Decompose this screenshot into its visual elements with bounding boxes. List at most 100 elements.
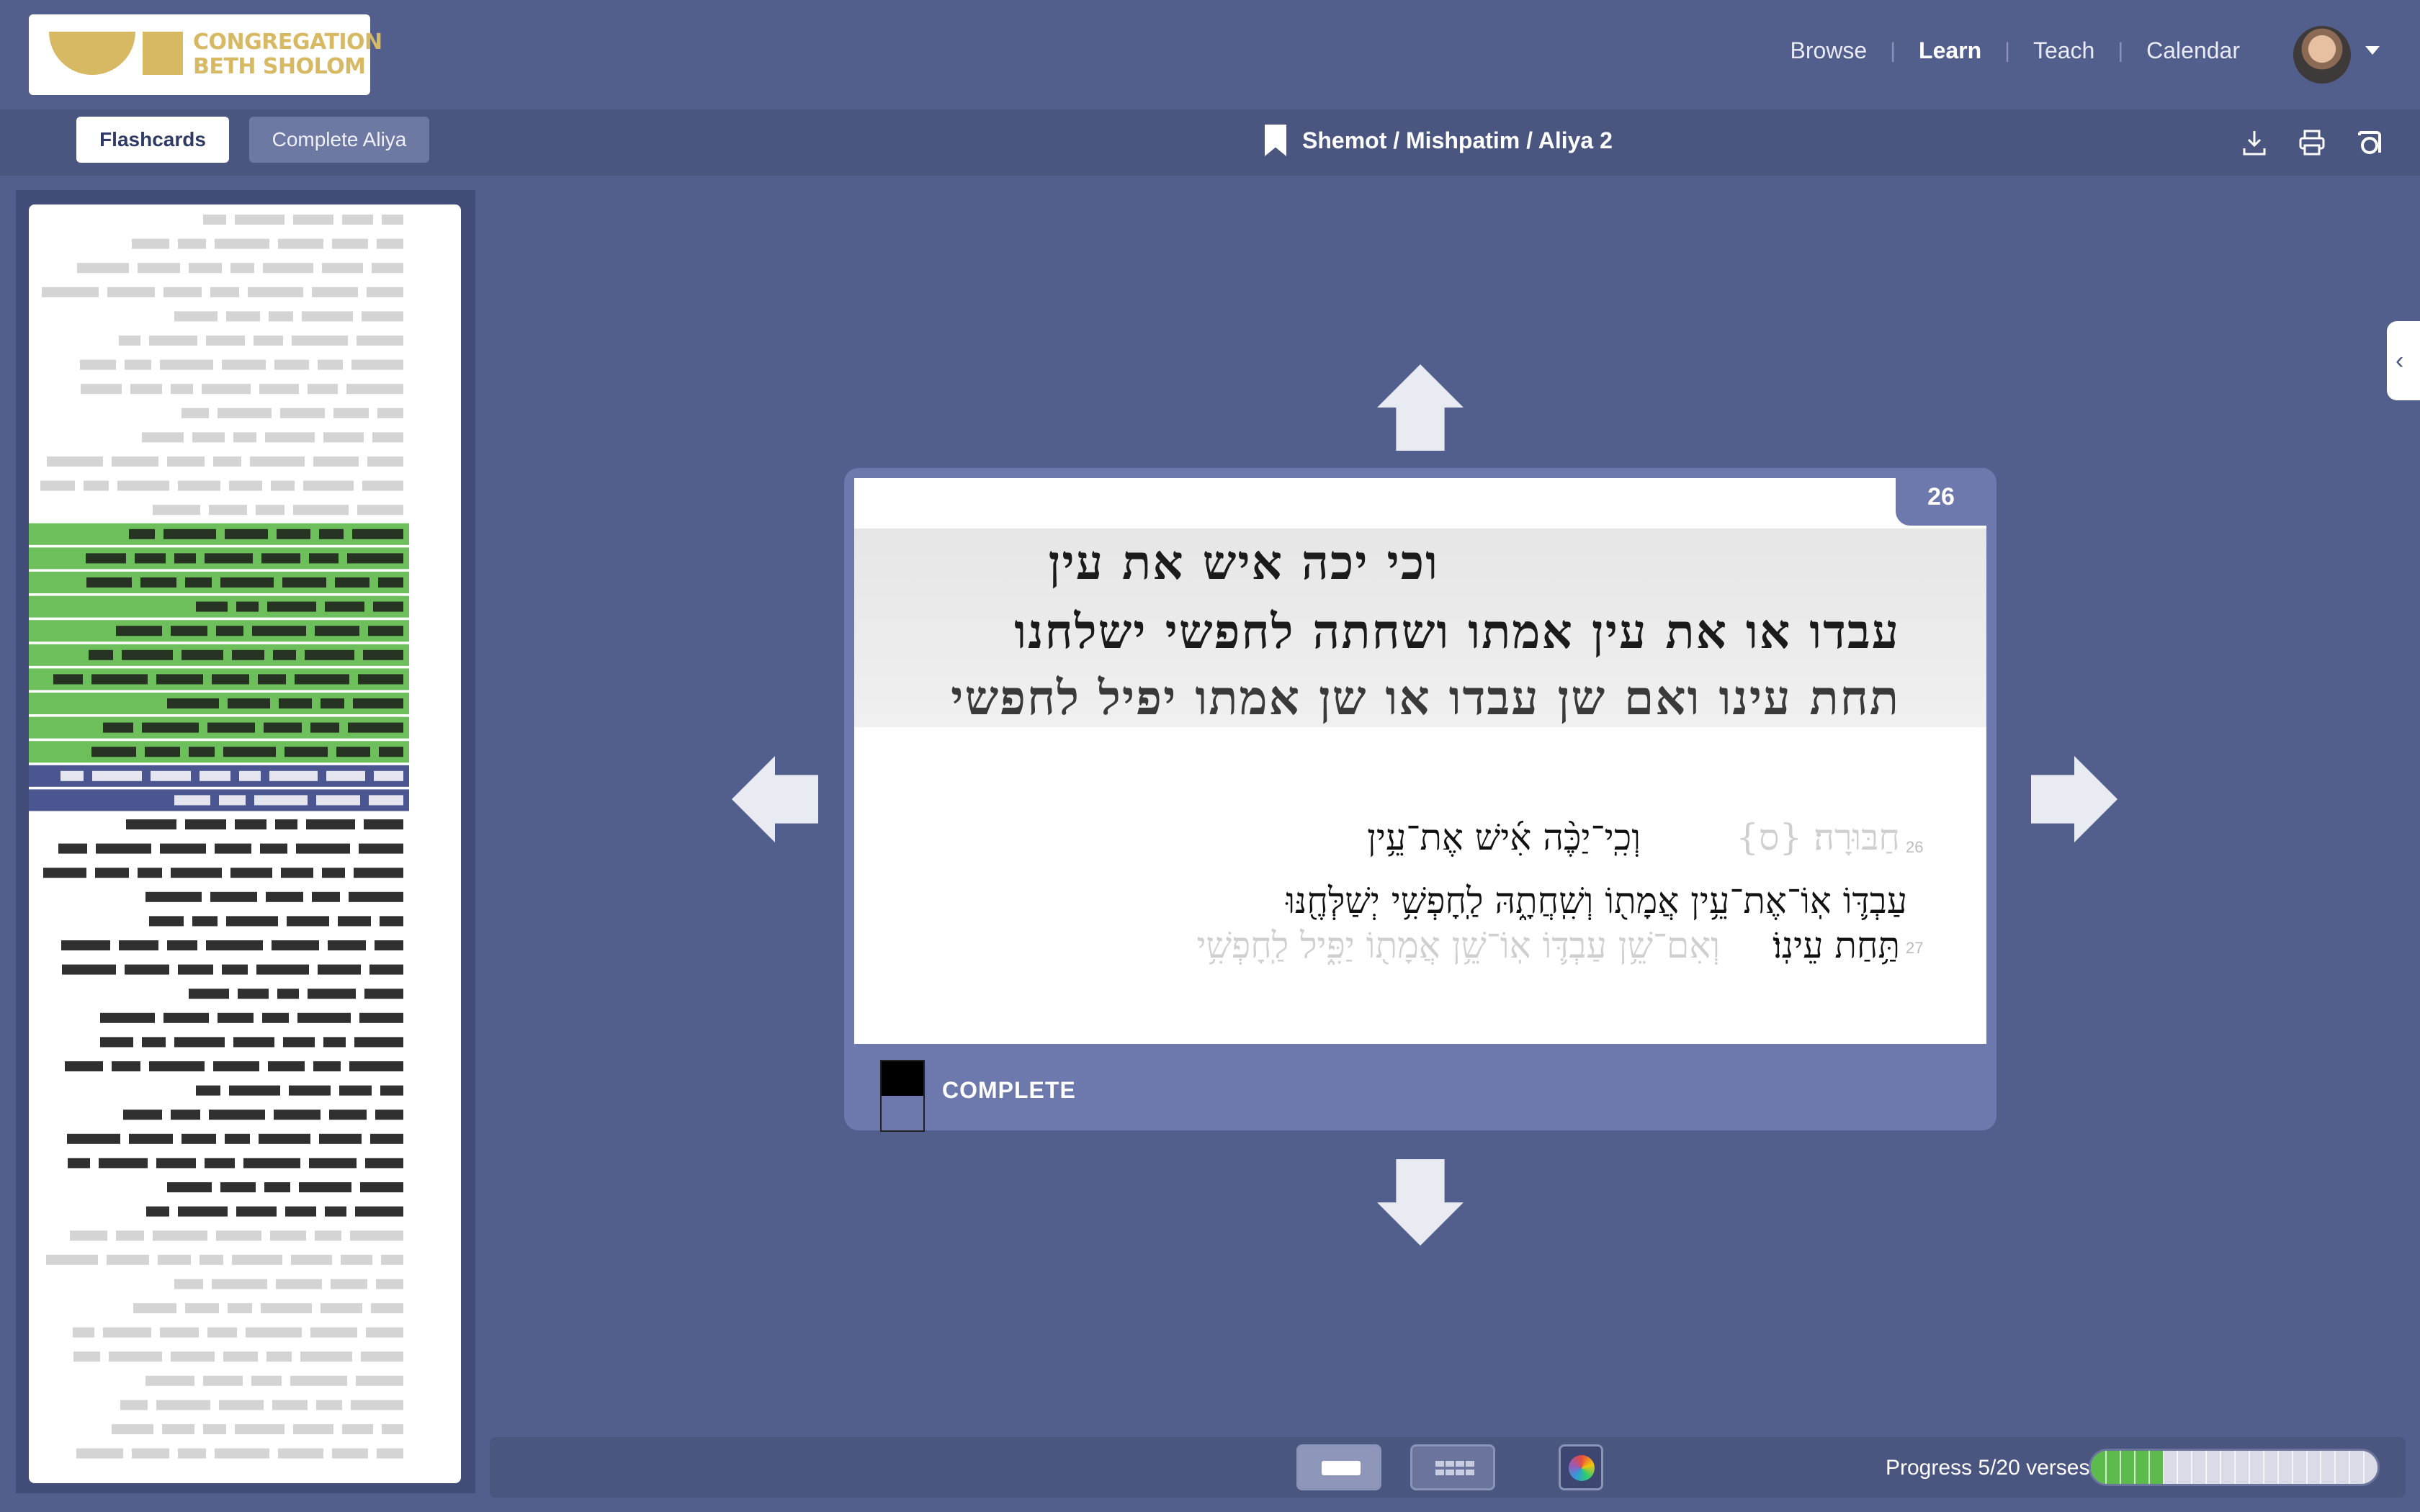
chevron-down-icon[interactable] [2365,46,2380,55]
progress-segment-divider [2277,1451,2279,1484]
flashcard[interactable]: וכי יכה איש את עין עבדו או את עין אמתו ו… [844,468,1996,1132]
scroll-word [77,263,129,274]
scroll-word [371,1303,403,1313]
hebrew-font-icon[interactable] [2354,127,2385,158]
scroll-word [356,1375,403,1386]
arrow-right-icon[interactable] [2031,756,2118,842]
scroll-word [73,1351,100,1362]
scroll-word [151,770,191,781]
scroll-word [163,287,202,297]
scroll-word [264,722,302,733]
scroll-word [81,384,122,395]
print-icon[interactable] [2296,127,2328,158]
scroll-word [203,215,226,225]
single-card-view-button[interactable] [1296,1444,1381,1490]
scroll-word [205,553,253,564]
scroll-word [300,1351,352,1362]
download-icon[interactable] [2238,127,2270,158]
scroll-word [86,577,132,588]
logo-text: CONGREGATION BETH SHOLOM [193,30,382,79]
scroll-word [263,263,313,274]
side-drawer-toggle[interactable]: ‹ [2387,321,2420,400]
scroll-word [203,1424,226,1434]
scroll-word [362,311,403,322]
arrow-down-icon[interactable] [1377,1159,1464,1246]
scroll-word [335,577,369,588]
scroll-word [233,432,256,443]
scroll-word [223,747,276,757]
nav-browse[interactable]: Browse [1791,37,1868,64]
verse-number-badge: 26 [1896,468,1986,526]
scroll-word [278,1448,323,1459]
scroll-word [351,1400,403,1410]
user-avatar[interactable] [2293,26,2351,84]
scroll-word [213,456,241,467]
progress-segment-divider [2162,1451,2164,1484]
scroll-word [185,819,226,829]
scroll-word [209,505,247,516]
scroll-word [156,674,203,685]
bookmark-icon[interactable] [1265,125,1286,156]
bottom-toolbar: Progress 5/20 verses [490,1437,2406,1498]
scroll-word [373,601,403,612]
scroll-word [189,747,215,757]
scroll-word [309,553,339,564]
scroll-word [228,698,270,708]
scroll-word [273,649,296,660]
progress-segment-divider [2191,1451,2193,1484]
progress-segment-divider [2349,1451,2351,1484]
scroll-word [107,287,155,297]
color-theme-button[interactable] [1559,1444,1603,1490]
scroll-word [153,505,200,516]
status-swatch[interactable] [880,1060,925,1132]
scroll-word [171,868,222,878]
scroll-word [229,1085,280,1096]
verse-line-3-active: תַּ֥חַת עֵינֽוֹ׃ [1773,924,1900,966]
scroll-word [293,1424,333,1434]
nav-learn[interactable]: Learn [1919,37,1981,64]
scroll-word [185,577,212,588]
scroll-word [362,480,403,491]
scroll-word [238,989,269,999]
nav-teach[interactable]: Teach [2033,37,2094,64]
scroll-word [365,1158,403,1169]
scroll-word [70,1230,107,1241]
scroll-word [220,577,274,588]
scroll-word [174,553,196,564]
logo-mark [49,32,135,75]
verse-number-label: 26 [1906,838,1924,856]
scroll-word [272,940,319,950]
scroll-word [259,384,299,395]
scroll-word [171,1351,215,1362]
scroll-word [318,359,343,370]
grid-view-button[interactable] [1410,1444,1495,1490]
scroll-word [267,601,316,612]
congregation-logo[interactable]: CONGREGATION BETH SHOLOM [29,14,382,95]
flashcards-button[interactable]: Flashcards [76,117,229,163]
scroll-word [178,1448,206,1459]
scroll-word [89,649,113,660]
scroll-word [146,1206,169,1217]
scroll-page-thumbnail[interactable] [29,204,461,1483]
scroll-word [381,1254,403,1265]
scroll-word [319,1133,362,1144]
scroll-word [149,916,184,927]
scroll-word [182,649,223,660]
logo-block [143,32,183,75]
nav-calendar[interactable]: Calendar [2146,37,2240,64]
scroll-word [367,456,403,467]
arrow-up-icon[interactable] [1377,364,1464,451]
scroll-word [352,528,403,539]
scroll-word [342,1424,373,1434]
complete-aliya-button[interactable]: Complete Aliya [249,117,429,163]
scroll-word [212,1279,267,1290]
scroll-word [290,1375,347,1386]
scroll-word [236,601,259,612]
scroll-word [229,480,262,491]
scroll-word [149,336,197,346]
scroll-word [284,747,328,757]
arrow-left-icon[interactable] [732,756,818,842]
scroll-word [250,456,305,467]
scroll-word [158,1254,191,1265]
scroll-word [316,1400,342,1410]
